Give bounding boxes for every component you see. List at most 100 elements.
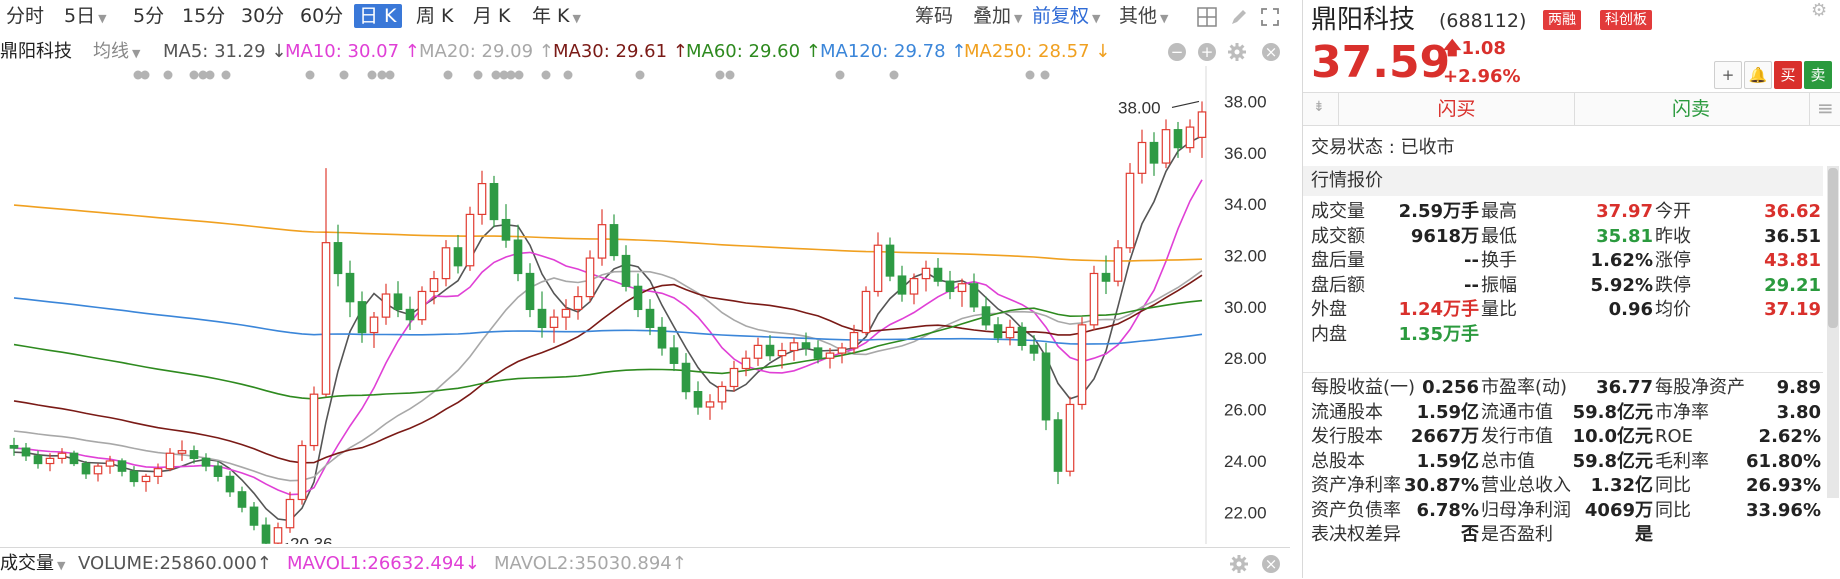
- candle-body: [933, 267, 943, 282]
- divider: [1303, 372, 1823, 373]
- legend-stock-name: 鼎阳科技: [0, 41, 72, 62]
- scrollbar-thumb[interactable]: [1828, 168, 1838, 328]
- candle-body: [597, 224, 607, 259]
- candle-body: [705, 401, 715, 408]
- kline-chart[interactable]: 38.00 36.00 34.00 32.00 30.00 28.00 26.00 24.00…: [0, 66, 1290, 544]
- high-arrow: [1171, 100, 1200, 108]
- period-5day-label: 5日: [64, 5, 96, 27]
- add-watchlist-button[interactable]: +: [1714, 61, 1742, 89]
- candle-body: [981, 306, 991, 326]
- candle-body: [513, 239, 523, 275]
- period-year-k[interactable]: 年 K ▼: [532, 4, 581, 28]
- event-dot: [563, 70, 573, 80]
- adjust-button[interactable]: 前复权 ▼: [1032, 4, 1100, 28]
- fullscreen-icon[interactable]: [1260, 7, 1280, 27]
- candle-body: [585, 257, 595, 298]
- candle-body: [681, 362, 691, 393]
- period-30min[interactable]: 30分: [241, 4, 284, 28]
- high-label: 38.00: [1118, 98, 1161, 117]
- candle-body: [549, 316, 559, 329]
- candle-body: [1029, 344, 1039, 354]
- event-dot: [514, 70, 524, 80]
- candle-body: [453, 247, 463, 267]
- chevron-down-icon: ▼: [572, 12, 581, 25]
- mavol1-value: MAVOL1:26632.494↓: [287, 553, 480, 574]
- period-15min[interactable]: 15分: [182, 4, 225, 28]
- alert-bell-button[interactable]: 🔔: [1744, 61, 1772, 89]
- period-week-k[interactable]: 周 K: [416, 4, 454, 28]
- period-5min[interactable]: 5分: [133, 4, 164, 28]
- candle-body: [729, 367, 739, 388]
- candle-body: [693, 391, 703, 408]
- last-price: 37.59: [1311, 37, 1451, 88]
- chips-button[interactable]: 筹码: [915, 4, 953, 28]
- candle-body: [1077, 324, 1087, 406]
- candle-body: [621, 254, 631, 287]
- close-icon[interactable]: ×: [1262, 43, 1280, 61]
- candle-body: [141, 475, 151, 483]
- event-dot: [635, 70, 645, 80]
- candle-body: [1197, 111, 1207, 138]
- fundamental-value: 否: [1461, 524, 1479, 545]
- period-5day[interactable]: 5日 ▼: [64, 4, 107, 28]
- quote-label: 内盘: [1311, 323, 1347, 345]
- candles: [9, 101, 1207, 544]
- candle-body: [201, 457, 211, 467]
- candle-body: [753, 344, 763, 359]
- more-icon[interactable]: ⚙: [1811, 0, 1827, 21]
- stock-name: 鼎阳科技: [1311, 5, 1416, 35]
- other-label: 其他: [1119, 5, 1158, 27]
- volume-dropdown[interactable]: 成交量 ▼: [0, 552, 65, 578]
- candle-body: [1017, 326, 1027, 346]
- arrow-up-icon: 🡅: [1443, 38, 1462, 59]
- pen-icon[interactable]: [1229, 7, 1249, 27]
- buy-button[interactable]: 买: [1774, 61, 1802, 89]
- period-60min[interactable]: 60分: [300, 4, 343, 28]
- plus-icon[interactable]: +: [1198, 43, 1216, 61]
- period-fenshi[interactable]: 分时: [6, 4, 44, 28]
- ma-legend-row: 鼎阳科技 均线 ▼ MA5: 31.29 ↓ MA10: 30.07 ↑ MA20…: [0, 38, 1290, 66]
- period-day-k[interactable]: 日 K: [354, 4, 402, 28]
- candle-body: [21, 447, 31, 457]
- grid-layout-icon[interactable]: [1197, 7, 1217, 27]
- settings-gear-icon[interactable]: [1228, 43, 1246, 61]
- volume-settings-icon[interactable]: [1230, 555, 1248, 573]
- candle-body: [261, 524, 271, 544]
- sell-button[interactable]: 卖: [1804, 61, 1832, 89]
- volume-close-icon[interactable]: ×: [1262, 555, 1280, 573]
- y-tick-label: 34.00: [1224, 195, 1267, 214]
- candle-body: [609, 224, 619, 257]
- candle-body: [105, 460, 115, 467]
- candle-body: [537, 308, 547, 329]
- event-dot: [835, 70, 845, 80]
- candle-body: [477, 182, 487, 216]
- flash-sell-button[interactable]: 闪卖: [1573, 93, 1810, 125]
- scrollbar-track[interactable]: [1827, 166, 1839, 498]
- candle-body: [717, 385, 727, 403]
- candle-body: [177, 450, 187, 454]
- fundamental-value: 33.96%: [1746, 499, 1821, 521]
- event-dot: [221, 70, 231, 80]
- event-dot: [377, 70, 387, 80]
- quote-label: 量比: [1481, 299, 1517, 320]
- candle-body: [897, 275, 907, 295]
- overlay-button[interactable]: 叠加 ▼: [973, 4, 1022, 28]
- collapse-icon[interactable]: ⇟: [1313, 99, 1325, 115]
- candle-body: [837, 347, 847, 354]
- event-dot: [443, 70, 453, 80]
- menu-icon[interactable]: ≡: [1817, 96, 1834, 120]
- y-tick-label: 22.00: [1224, 503, 1267, 522]
- candle-body: [417, 290, 427, 321]
- candle-body: [441, 247, 451, 280]
- line-type-dropdown[interactable]: 均线 ▼: [93, 38, 140, 68]
- stock-code: (688112): [1439, 10, 1527, 32]
- event-dot: [367, 70, 377, 80]
- candle-body: [69, 452, 79, 465]
- flash-buy-button[interactable]: 闪买: [1338, 93, 1575, 125]
- event-dot: [339, 70, 349, 80]
- candle-body: [825, 352, 835, 359]
- other-button[interactable]: 其他 ▼: [1119, 4, 1168, 28]
- minus-icon[interactable]: −: [1168, 43, 1186, 61]
- period-year-k-label: 年 K: [532, 5, 570, 27]
- period-month-k[interactable]: 月 K: [473, 4, 511, 28]
